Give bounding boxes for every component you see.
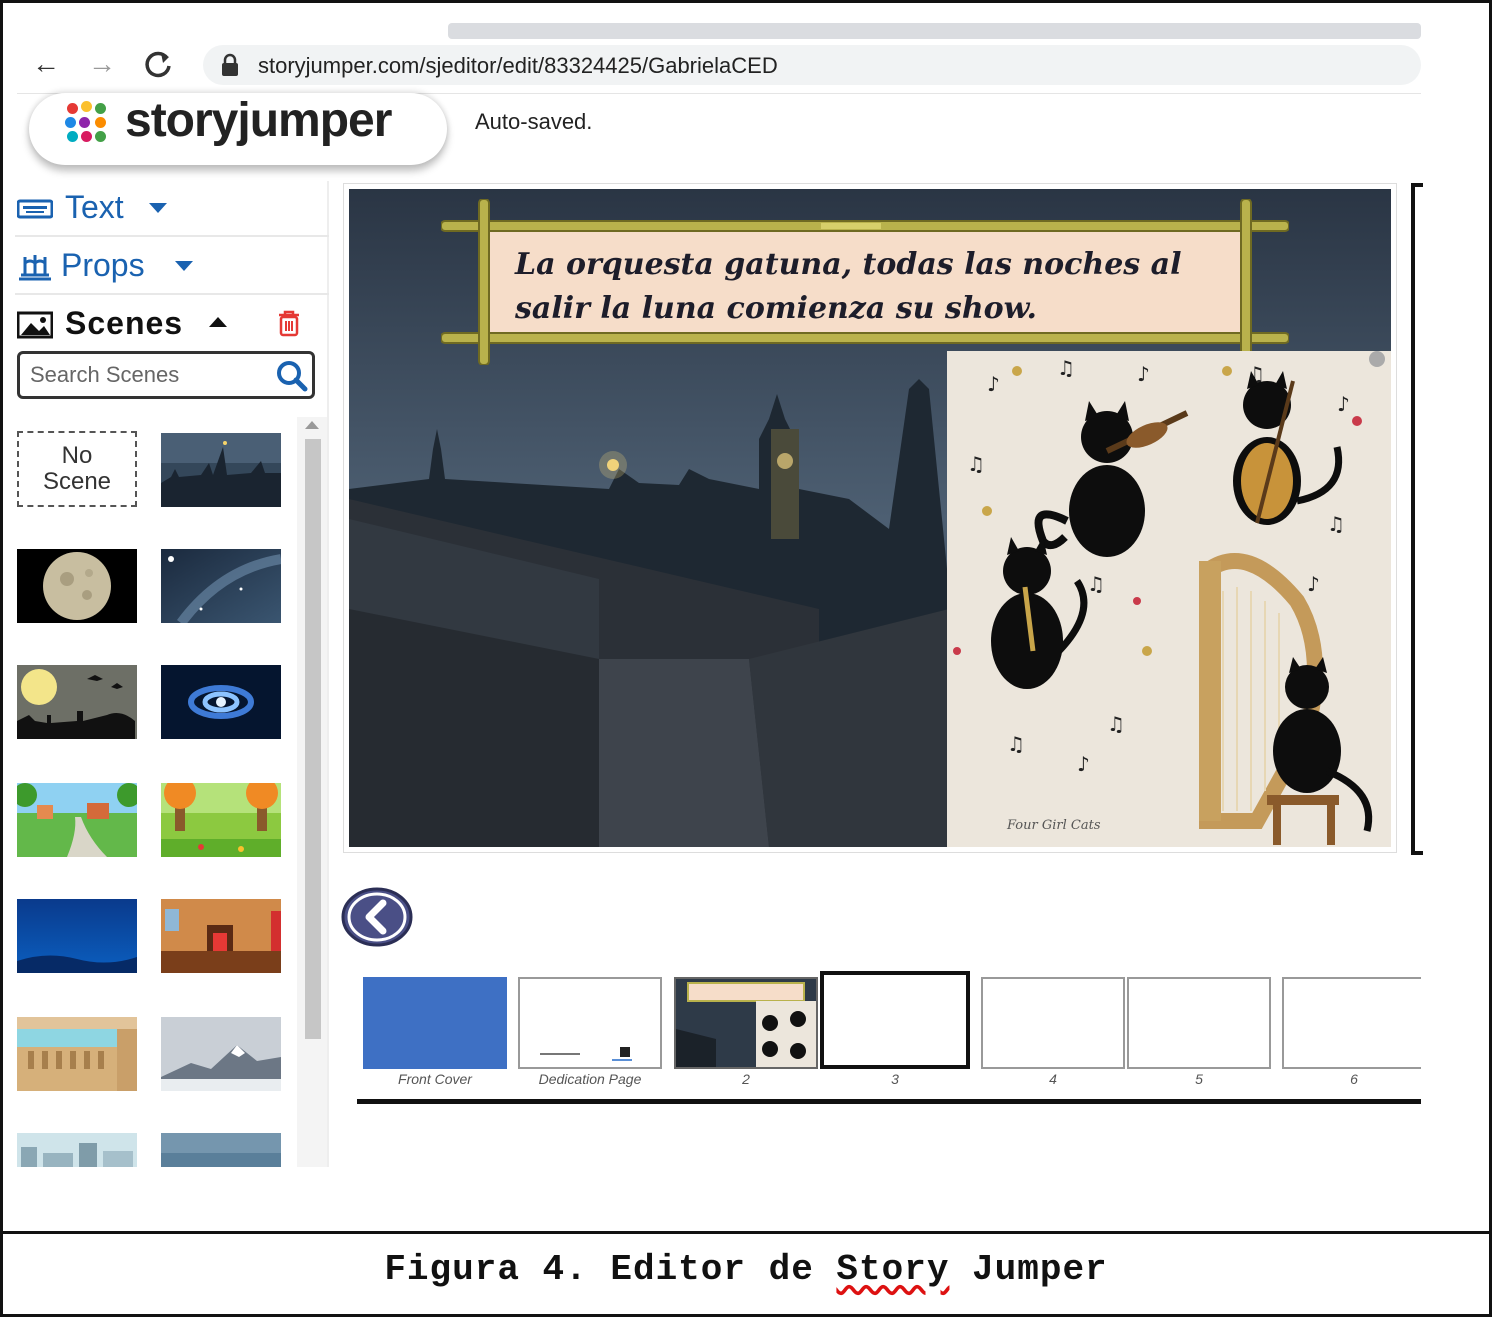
page-thumb-5[interactable] [1127,977,1271,1069]
page-thumb-4[interactable] [981,977,1125,1069]
page-label: 3 [891,1071,899,1087]
menu-props[interactable]: Props [15,239,329,295]
scene-thumb-village-path[interactable] [17,783,137,857]
screenshot: ← → storyjumper.com/sjeditor/edit/833244… [3,3,1489,1231]
chevron-down-icon [175,261,193,271]
caption-suffix: Jumper [949,1249,1108,1290]
page-label: 5 [1195,1071,1203,1087]
tab-strip [448,23,1421,39]
page-thumb-front-cover[interactable] [363,977,507,1069]
svg-text:♪: ♪ [1337,392,1350,416]
svg-text:♫: ♫ [1057,356,1075,380]
scene-thumb-underwater[interactable] [17,899,137,973]
page-label: Dedication Page [538,1071,642,1087]
page-label: 4 [1049,1071,1057,1087]
scene-thumb-starry-night[interactable] [161,549,281,623]
no-scene-option[interactable]: No Scene [17,431,137,507]
page-thumb-dedication[interactable] [518,977,662,1069]
caption-story-word: Story [836,1249,950,1290]
scene-thumb-city-night[interactable] [161,433,281,507]
canvas-right-edge [1411,183,1423,855]
sidebar: Text Props Scenes Search Scenes No Scene [15,181,329,1167]
cats-orchestra-art: ♪♫ ♪ ♫ ♪♫♫♪ ♫♫♪♫ Four Girl Cats [947,351,1391,847]
page-label: 2 [742,1071,750,1087]
story-page-canvas[interactable]: La orquesta gatuna, todas las noches al … [349,189,1391,847]
page-label: 6 [1350,1071,1358,1087]
scene-thumb-city-buildings[interactable] [17,1133,137,1167]
logo-text[interactable]: storyjumper [125,93,392,148]
figure-caption: Figura 4. Editor de Story Jumper [3,1249,1489,1290]
story-sign-text[interactable]: La orquesta gatuna, todas las noches al … [515,243,1235,331]
url-text[interactable]: storyjumper.com/sjeditor/edit/83324425/G… [258,53,778,79]
menu-scenes-label: Scenes [65,305,184,341]
page-thumb-2[interactable] [674,977,818,1069]
logo-dots-icon [65,101,115,143]
chevron-down-icon [149,203,167,213]
previous-page-button[interactable] [341,887,413,947]
svg-text:♫: ♫ [967,452,985,476]
scene-thumb-forest-meadow[interactable] [161,783,281,857]
reload-icon[interactable] [141,47,175,81]
search-scenes-input[interactable] [30,362,270,388]
cats-orchestra-image[interactable]: ♪ ♫ ♪ ♫ ♪ ♫ ♫ ♪ ♫ ♫ ♪ ♫ Four Girl Cats [947,351,1391,847]
svg-text:♪: ♪ [1137,362,1150,386]
dedication-thumb-art [540,1047,632,1061]
page-thumb-3-active[interactable] [820,971,970,1069]
scene-search [17,351,315,399]
scene-thumb-graveyard-moon[interactable] [17,665,137,739]
svg-text:♫: ♫ [1107,712,1125,736]
figure-frame: ← → storyjumper.com/sjeditor/edit/833244… [0,0,1492,1317]
scene-thumb-galaxy-swirl[interactable] [161,665,281,739]
page-strip-scrollbar[interactable] [357,1099,1421,1104]
scroll-up-icon[interactable] [305,421,319,429]
menu-text-label: Text [65,189,124,225]
trash-icon[interactable] [277,309,301,337]
image-icon [17,311,53,339]
props-icon [19,255,51,281]
scene-thumb-dusk-sky[interactable] [161,1133,281,1167]
svg-text:♫: ♫ [1327,512,1345,536]
scene-thumb-living-room[interactable] [161,899,281,973]
image-signature: Four Girl Cats [1006,818,1101,833]
scene-thumb-full-moon[interactable] [17,549,137,623]
lock-icon [222,53,238,76]
caption-prefix: Figura 4. Editor de [384,1249,837,1290]
menu-props-label: Props [61,247,145,283]
back-arrow-icon[interactable]: ← [29,47,63,81]
scrollbar-thumb[interactable] [305,439,321,1039]
search-icon[interactable] [276,360,308,392]
scene-grid: No Scene [15,429,295,1167]
keyboard-icon [17,199,53,219]
svg-text:♫: ♫ [1087,572,1105,596]
page-thumb-6[interactable] [1282,977,1421,1069]
no-scene-line2: Scene [42,468,112,495]
scene-thumb-balcony[interactable] [17,1017,137,1091]
forward-arrow-icon[interactable]: → [85,47,119,81]
chevron-up-icon [209,317,227,327]
svg-text:♫: ♫ [1007,732,1025,756]
no-scene-line1: No [61,442,93,469]
caption-divider [3,1231,1489,1234]
svg-text:♪: ♪ [1077,752,1090,776]
svg-text:♪: ♪ [987,372,1000,396]
svg-text:♪: ♪ [1307,572,1320,596]
page-label: Front Cover [398,1071,472,1087]
menu-text[interactable]: Text [15,181,329,237]
autosave-status: Auto-saved. [475,109,593,134]
scene-thumb-snowy-mountain[interactable] [161,1017,281,1091]
page-2-thumb-art [676,979,816,1067]
